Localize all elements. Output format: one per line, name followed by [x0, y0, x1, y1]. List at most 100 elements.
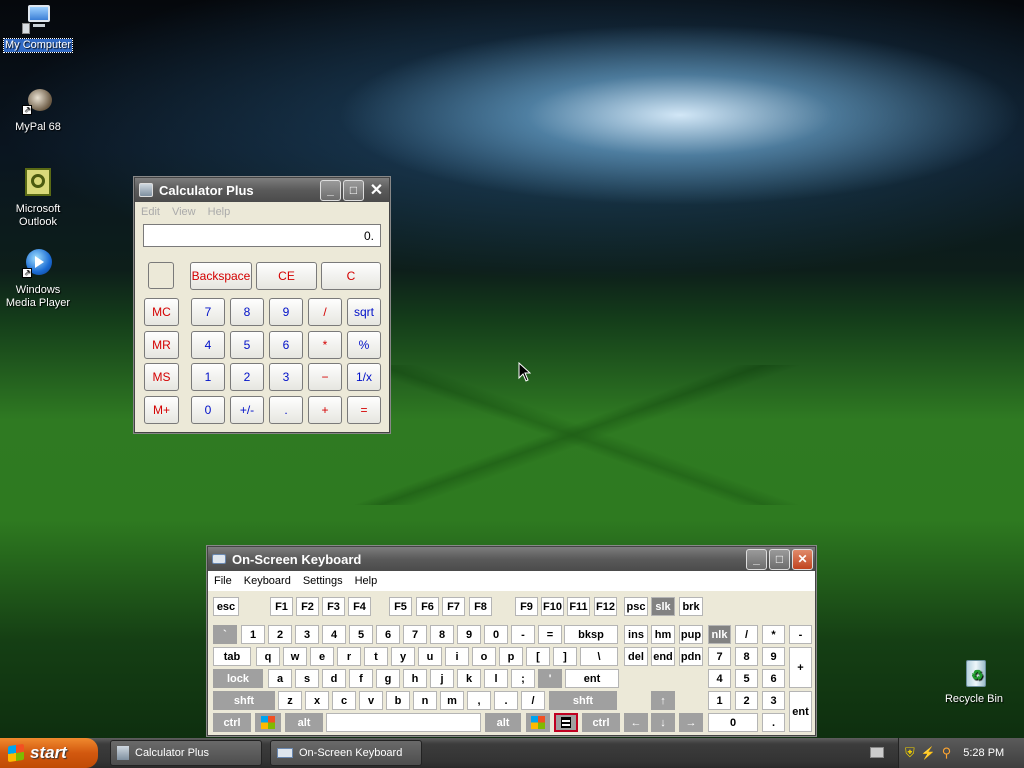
key-1[interactable]: 1	[241, 625, 265, 644]
key-arrow-down[interactable]: ↓	[651, 713, 675, 732]
calculator-titlebar[interactable]: Calculator Plus _ □ ✕	[135, 178, 389, 202]
key-a[interactable]: a	[268, 669, 292, 688]
key-9-num[interactable]: 9	[762, 647, 785, 666]
key-esc[interactable]: esc	[213, 597, 239, 616]
language-bar-icon[interactable]	[870, 747, 884, 758]
key-equals[interactable]: =	[538, 625, 562, 644]
key-q[interactable]: q	[256, 647, 280, 666]
digit-8-button[interactable]: 8	[230, 298, 264, 326]
key-F11[interactable]: F11	[567, 597, 590, 616]
key-4-num[interactable]: 4	[708, 669, 731, 688]
taskbar-item-osk[interactable]: On-Screen Keyboard	[270, 740, 422, 766]
key-pdn[interactable]: pdn	[679, 647, 703, 666]
key-period[interactable]: .	[494, 691, 518, 710]
key-2[interactable]: 2	[268, 625, 292, 644]
key-s[interactable]: s	[295, 669, 319, 688]
key-l[interactable]: l	[484, 669, 508, 688]
digit-4-button[interactable]: 4	[191, 331, 225, 359]
digit-5-button[interactable]: 5	[230, 331, 264, 359]
mc-button[interactable]: MC	[144, 298, 179, 326]
key-5-num[interactable]: 5	[735, 669, 758, 688]
key-hm[interactable]: hm	[651, 625, 675, 644]
key-F4[interactable]: F4	[348, 597, 371, 616]
key-ent[interactable]: ent	[565, 669, 619, 688]
key-pup[interactable]: pup	[679, 625, 703, 644]
percent-button[interactable]: %	[347, 331, 381, 359]
key-7[interactable]: 7	[403, 625, 427, 644]
decimal-button[interactable]: .	[269, 396, 303, 424]
digit-9-button[interactable]: 9	[269, 298, 303, 326]
key-ctrl-left[interactable]: ctrl	[213, 713, 251, 732]
wmp-shortcut[interactable]: ↗ Windows Media Player	[0, 248, 76, 310]
key-F10[interactable]: F10	[541, 597, 564, 616]
key-0[interactable]: 0	[484, 625, 508, 644]
key-tab[interactable]: tab	[213, 647, 251, 666]
menu-view[interactable]: View	[166, 206, 202, 218]
outlook-shortcut[interactable]: Microsoft Outlook	[0, 167, 76, 229]
key-decimal-num[interactable]: .	[762, 713, 785, 732]
key-arrow-left[interactable]: ←	[624, 713, 648, 732]
search-icon[interactable]: ⚲	[942, 745, 952, 761]
ms-button[interactable]: MS	[144, 363, 179, 391]
key-3-num[interactable]: 3	[762, 691, 785, 710]
minimize-button[interactable]: _	[320, 179, 341, 201]
key-5[interactable]: 5	[349, 625, 373, 644]
digit-0-button[interactable]: 0	[191, 396, 225, 424]
key-m[interactable]: m	[440, 691, 464, 710]
close-button[interactable]: ✕	[366, 180, 387, 201]
key-comma[interactable]: ,	[467, 691, 491, 710]
key-menu[interactable]	[554, 713, 578, 732]
key-2-num[interactable]: 2	[735, 691, 758, 710]
key-i[interactable]: i	[445, 647, 469, 666]
key-y[interactable]: y	[391, 647, 415, 666]
add-button[interactable]: +	[308, 396, 342, 424]
digit-7-button[interactable]: 7	[191, 298, 225, 326]
key-F3[interactable]: F3	[322, 597, 345, 616]
key-F5[interactable]: F5	[389, 597, 412, 616]
key-F2[interactable]: F2	[296, 597, 319, 616]
key-x[interactable]: x	[305, 691, 329, 710]
key-e[interactable]: e	[310, 647, 334, 666]
key-arrow-right[interactable]: →	[679, 713, 703, 732]
key-space[interactable]	[326, 713, 481, 732]
recycle-bin-shortcut[interactable]: ♻ Recycle Bin	[936, 657, 1012, 706]
digit-1-button[interactable]: 1	[191, 363, 225, 391]
key-F12[interactable]: F12	[594, 597, 617, 616]
menu-help[interactable]: Help	[202, 206, 237, 218]
key-F7[interactable]: F7	[442, 597, 465, 616]
key-F9[interactable]: F9	[515, 597, 538, 616]
key-shft-right[interactable]: shft	[549, 691, 617, 710]
key-alt-left[interactable]: alt	[285, 713, 323, 732]
key-h[interactable]: h	[403, 669, 427, 688]
key-asterisk-num[interactable]: *	[762, 625, 785, 644]
key-lock[interactable]: lock	[213, 669, 263, 688]
key-g[interactable]: g	[376, 669, 400, 688]
key-F8[interactable]: F8	[469, 597, 492, 616]
start-button[interactable]: start	[0, 738, 98, 768]
key-v[interactable]: v	[359, 691, 383, 710]
key-F1[interactable]: F1	[270, 597, 293, 616]
sqrt-button[interactable]: sqrt	[347, 298, 381, 326]
key-windows-left[interactable]	[255, 713, 281, 732]
key-rbracket[interactable]: ]	[553, 647, 577, 666]
key-windows-right[interactable]	[526, 713, 550, 732]
m-plus-button[interactable]: M+	[144, 396, 179, 424]
key-r[interactable]: r	[337, 647, 361, 666]
ce-button[interactable]: CE	[256, 262, 317, 290]
key-slash-num[interactable]: /	[735, 625, 758, 644]
my-computer-shortcut[interactable]: My Computer	[0, 3, 76, 53]
key-u[interactable]: u	[418, 647, 442, 666]
key-bksp[interactable]: bksp	[564, 625, 618, 644]
key-del[interactable]: del	[624, 647, 648, 666]
key-c[interactable]: c	[332, 691, 356, 710]
key-plus-num[interactable]: +	[789, 647, 812, 688]
key-brk[interactable]: brk	[679, 597, 703, 616]
c-button[interactable]: C	[321, 262, 381, 290]
maximize-button[interactable]: □	[343, 179, 364, 201]
key-k[interactable]: k	[457, 669, 481, 688]
key-w[interactable]: w	[283, 647, 307, 666]
key-f[interactable]: f	[349, 669, 373, 688]
key-4[interactable]: 4	[322, 625, 346, 644]
reciprocal-button[interactable]: 1/x	[347, 363, 381, 391]
key-shft[interactable]: shft	[213, 691, 275, 710]
